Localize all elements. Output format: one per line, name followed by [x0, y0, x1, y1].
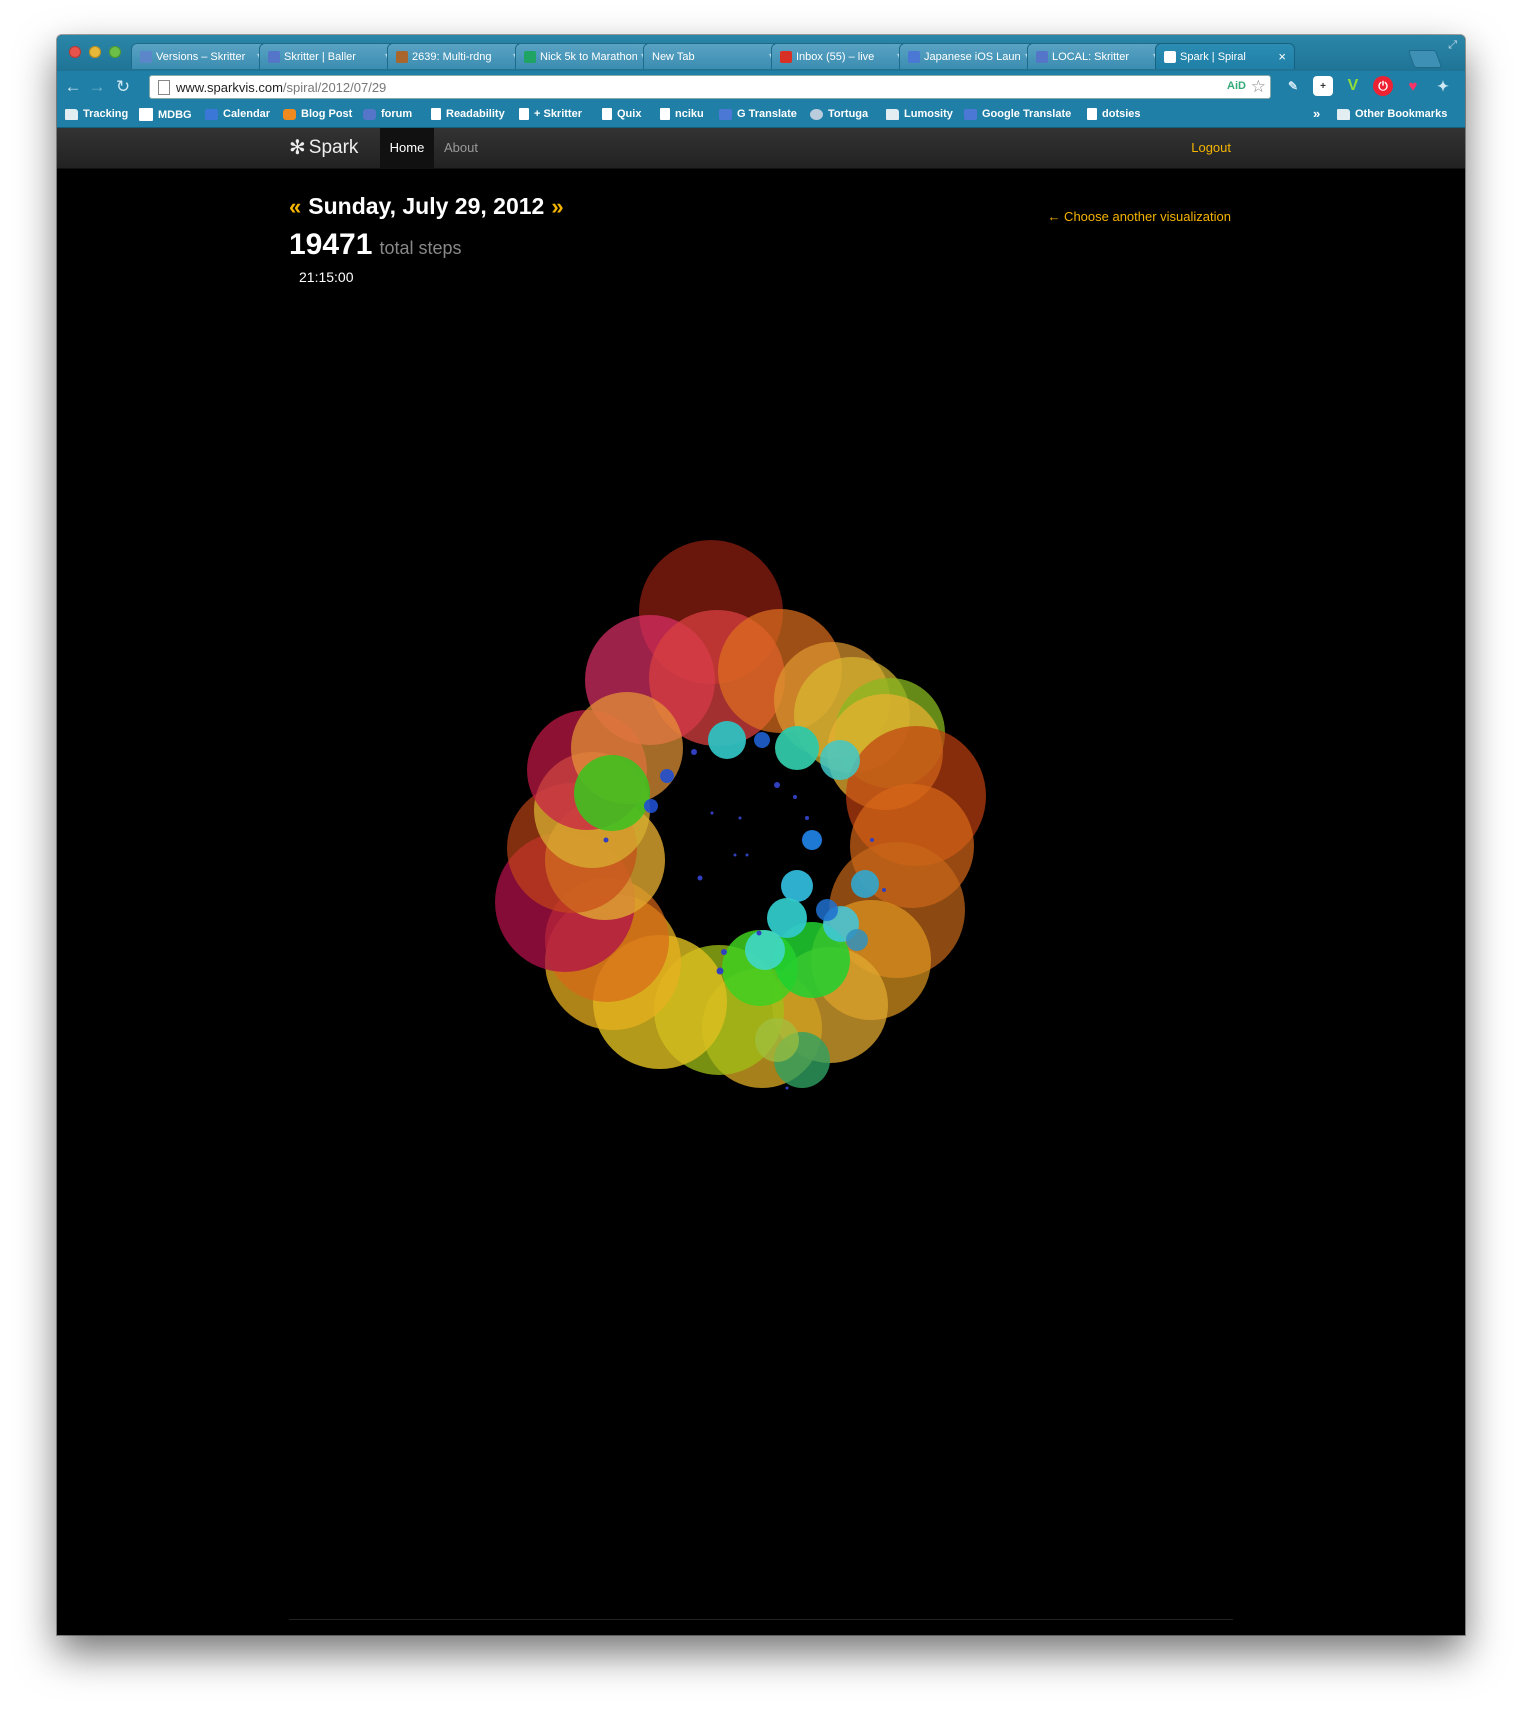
spiral-dot[interactable] — [691, 749, 697, 755]
spiral-circle[interactable] — [660, 769, 674, 783]
spiral-visualization[interactable] — [57, 35, 1465, 1635]
spiral-circle[interactable] — [775, 726, 819, 770]
spiral-circle[interactable] — [574, 755, 650, 831]
spiral-circle[interactable] — [781, 870, 813, 902]
spiral-dot[interactable] — [756, 930, 762, 936]
spiral-dot[interactable] — [738, 816, 742, 820]
spiral-circle[interactable] — [745, 930, 785, 970]
spiral-dot[interactable] — [603, 837, 609, 843]
tab-label: Spark | Spiral — [1180, 50, 1246, 63]
spiral-dot[interactable] — [716, 967, 724, 975]
spiral-dot[interactable] — [882, 888, 886, 892]
spiral-circle[interactable] — [755, 1018, 799, 1062]
spiral-circle[interactable] — [644, 799, 658, 813]
spiral-circle[interactable] — [820, 740, 860, 780]
spiral-dot[interactable] — [805, 816, 809, 820]
spiral-circle[interactable] — [846, 929, 868, 951]
tab-8[interactable]: Spark | Spiral × — [1155, 43, 1295, 69]
spiral-dot[interactable] — [774, 782, 780, 788]
spiral-circle[interactable] — [851, 870, 879, 898]
spiral-circle[interactable] — [802, 830, 822, 850]
spiral-dot[interactable] — [870, 838, 874, 842]
spiral-dot[interactable] — [733, 853, 737, 857]
spiral-dot[interactable] — [785, 1086, 789, 1090]
spiral-dot[interactable] — [721, 949, 727, 955]
tab-close-icon[interactable]: × — [1278, 49, 1286, 64]
spiral-circle[interactable] — [754, 732, 770, 748]
spiral-dot[interactable] — [745, 853, 749, 857]
spiral-circle[interactable] — [816, 899, 838, 921]
spiral-circle[interactable] — [708, 721, 746, 759]
spiral-dot[interactable] — [710, 811, 714, 815]
tab-favicon-icon — [1164, 50, 1176, 63]
footer-divider — [289, 1619, 1233, 1620]
spiral-dot[interactable] — [793, 795, 797, 799]
spiral-dot[interactable] — [697, 875, 703, 881]
browser-window: Versions – Skritter▾Skritter | Baller▾26… — [57, 35, 1465, 1635]
